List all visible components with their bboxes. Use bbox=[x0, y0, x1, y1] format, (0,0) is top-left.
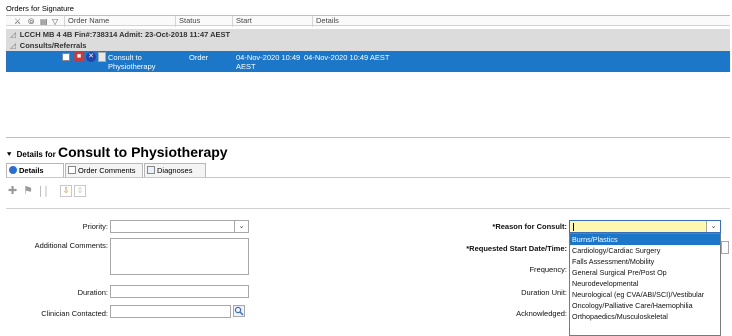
divider bbox=[6, 208, 730, 209]
tab-details[interactable]: Details bbox=[6, 163, 64, 177]
filter-icon[interactable]: ⦾ bbox=[28, 17, 34, 26]
orders-table-header: ⚔ ⦾ ▤ ▽ Order Name Status Start Details bbox=[6, 15, 730, 27]
diagnoses-icon bbox=[147, 166, 155, 174]
priority-dropdown[interactable]: ⌄ bbox=[110, 220, 249, 233]
collapse-chevron-icon[interactable]: ⯆ bbox=[6, 150, 12, 159]
details-icon bbox=[9, 166, 17, 174]
column-header-details[interactable]: Details bbox=[312, 16, 730, 27]
dropdown-option[interactable]: General Surgical Pre/Post Op bbox=[570, 267, 720, 278]
document-icon[interactable]: ▤ bbox=[40, 17, 48, 26]
requested-start-spinner[interactable] bbox=[721, 241, 729, 254]
tab-order-comments[interactable]: Order Comments bbox=[65, 163, 143, 177]
acknowledged-label: Acknowledged: bbox=[516, 309, 567, 318]
clinician-contacted-field[interactable] bbox=[110, 305, 231, 318]
frequency-label: Frequency: bbox=[529, 265, 567, 274]
order-row-selected[interactable]: ■ ✕ Consult to Physiotherapy Order 04-No… bbox=[6, 51, 730, 72]
dropdown-option[interactable]: Cardiology/Cardiac Surgery bbox=[570, 245, 720, 256]
add-icon[interactable]: ✚ bbox=[8, 184, 17, 198]
order-red-icon: ■ bbox=[74, 52, 84, 62]
column-header-status[interactable]: Status bbox=[175, 16, 200, 27]
duration-unit-label: Duration Unit: bbox=[521, 288, 567, 297]
reason-for-consult-label: *Reason for Consult: bbox=[492, 222, 567, 231]
additional-comments-field[interactable] bbox=[110, 238, 249, 275]
details-title: ⯆ Details for Consult to Physiotherapy bbox=[6, 144, 228, 160]
dropdown-option[interactable]: Oncology/Palliative Care/Haemophilia bbox=[570, 300, 720, 311]
collapse-triangle-icon[interactable]: ◿ bbox=[10, 30, 16, 39]
status-cell: Order bbox=[189, 53, 209, 62]
order-title: Consult to Physiotherapy bbox=[58, 144, 228, 160]
scroll-icon[interactable]: ⇳ bbox=[74, 185, 86, 197]
cancel-x-icon[interactable]: ✕ bbox=[86, 52, 96, 62]
search-icon[interactable] bbox=[233, 305, 245, 317]
dropdown-option[interactable]: Neurological (eg CVA/ABI/SCI)/Vestibular bbox=[570, 289, 720, 300]
favorites-icon[interactable]: ⚑ bbox=[23, 184, 33, 198]
orders-section-title: Orders for Signature bbox=[6, 4, 74, 13]
requested-start-label: *Requested Start Date/Time: bbox=[466, 244, 567, 253]
duration-field[interactable] bbox=[110, 285, 249, 298]
dropdown-option[interactable]: Burns/Plastics bbox=[570, 234, 720, 245]
chart-icon[interactable]: ││ bbox=[38, 184, 49, 198]
order-checkbox[interactable] bbox=[62, 53, 70, 61]
dropdown-option[interactable]: Neurodevelopmental bbox=[570, 278, 720, 289]
divider bbox=[6, 177, 730, 178]
collapse-triangle-icon[interactable]: ◿ bbox=[10, 41, 16, 50]
priority-label: Priority: bbox=[82, 222, 108, 231]
reason-for-consult-options: Burns/Plastics Cardiology/Cardiac Surger… bbox=[569, 233, 721, 336]
start-cell: 04-Nov-2020 10:49 AEST bbox=[236, 53, 301, 71]
tab-diagnoses[interactable]: Diagnoses bbox=[144, 163, 206, 177]
clinician-contacted-label: Clinician Contacted: bbox=[41, 309, 108, 318]
duration-label: Duration: bbox=[77, 288, 108, 297]
dropdown-option[interactable]: Orthopaedics/Musculoskeletal bbox=[570, 311, 720, 322]
chevron-down-icon[interactable]: ⌄ bbox=[234, 221, 248, 232]
comments-icon bbox=[68, 166, 76, 174]
consults-group-row[interactable]: ◿ Consults/Referrals bbox=[6, 40, 730, 51]
dropdown-option[interactable]: Falls Assessment/Mobility bbox=[570, 256, 720, 267]
chevron-down-icon[interactable]: ⌄ bbox=[706, 221, 720, 232]
additional-comments-label: Additional Comments: bbox=[34, 241, 108, 250]
expand-collapse-icon[interactable]: ⇩ bbox=[60, 185, 72, 197]
sort-icon[interactable]: ⚔ bbox=[14, 17, 21, 26]
document-icon bbox=[98, 52, 106, 62]
details-cell: 04-Nov-2020 10:49 AEST bbox=[304, 53, 390, 62]
column-header-order-name[interactable]: Order Name bbox=[64, 16, 109, 27]
column-header-start[interactable]: Start bbox=[232, 16, 252, 27]
order-name-cell: Consult to Physiotherapy bbox=[108, 53, 156, 71]
reason-for-consult-dropdown[interactable]: ⌄ bbox=[569, 220, 721, 233]
funnel-icon[interactable]: ▽ bbox=[52, 17, 58, 26]
divider bbox=[6, 137, 730, 138]
encounter-group-row[interactable]: ◿ LCCH MB 4 4B Fin#:738314 Admit: 23-Oct-… bbox=[6, 29, 730, 40]
